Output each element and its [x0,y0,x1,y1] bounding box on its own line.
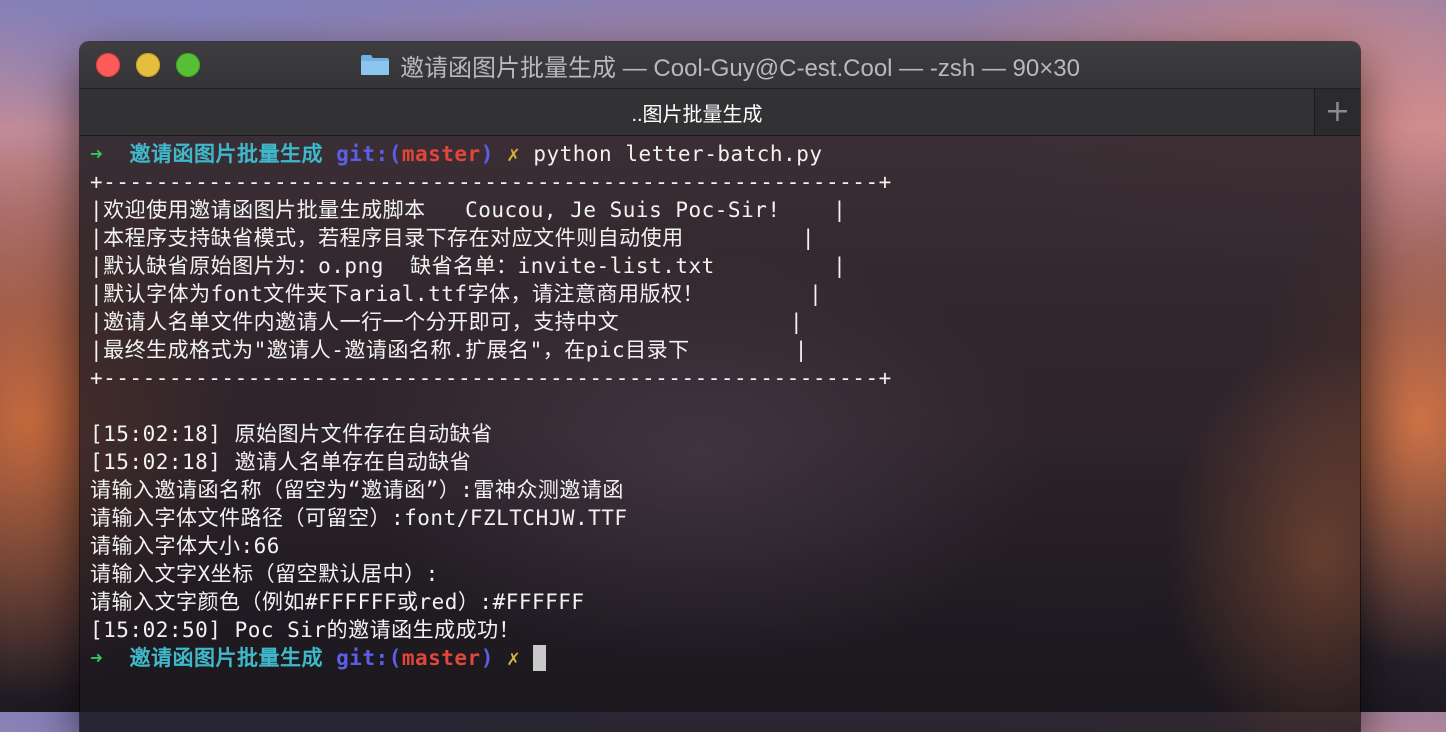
prompt-paren-close: ) [480,646,494,670]
new-tab-button[interactable]: + [1315,89,1360,135]
output-line: [15:02:18] 原始图片文件存在自动缺省 [90,422,493,446]
output-line: [15:02:50] Poc Sir的邀请函生成成功！ [90,618,521,642]
tab-bar: ..图片批量生成 + [80,89,1360,136]
prompt-paren-open: ( [388,646,402,670]
prompt-line: ➜ 邀请函图片批量生成 git:(master) ✗ python letter… [90,140,1360,168]
window-title: 邀请函图片批量生成 — Cool-Guy@C-est.Cool — -zsh —… [80,42,1360,88]
banner-line: |最终生成格式为"邀请人-邀请函名称.扩展名"，在pic目录下 | [90,338,808,362]
banner-line: |欢迎使用邀请函图片批量生成脚本 Coucou, Je Suis Poc-Sir… [90,198,847,222]
prompt-branch: master [401,142,481,166]
output-line: 请输入邀请函名称（留空为“邀请函”）:雷神众测邀请函 [90,478,624,502]
plus-icon: + [1324,94,1351,129]
banner-line: |本程序支持缺省模式，若程序目录下存在对应文件则自动使用 | [90,226,816,250]
prompt-directory: 邀请函图片批量生成 [129,646,323,670]
folder-icon [361,55,390,75]
output-line: 请输入字体大小:66 [90,534,280,558]
desktop-wallpaper: 邀请函图片批量生成 — Cool-Guy@C-est.Cool — -zsh —… [0,0,1446,732]
terminal-output[interactable]: ➜ 邀请函图片批量生成 git:(master) ✗ python letter… [80,136,1360,732]
prompt-git-label: git: [336,142,389,166]
banner-line: |默认缺省原始图片为：o.png 缺省名单：invite-list.txt | [90,254,847,278]
prompt-line-current: ➜ 邀请函图片批量生成 git:(master) ✗ [90,644,1360,672]
output-line: 请输入字体文件路径（可留空）:font/FZLTCHJW.TTF [90,506,628,530]
output-line: 请输入文字颜色（例如#FFFFFF或red）:#FFFFFF [90,590,585,614]
banner-line: |默认字体为font文件夹下arial.ttf字体，请注意商用版权！ | [90,282,823,306]
prompt-git-label: git: [336,646,389,670]
output-line: 请输入文字X坐标（留空默认居中）: [90,562,439,586]
prompt-arrow-icon: ➜ [90,646,104,670]
banner-line: |邀请人名单文件内邀请人一行一个分开即可，支持中文 | [90,310,804,334]
banner-border-bottom: +---------------------------------------… [90,366,892,390]
terminal-window: 邀请函图片批量生成 — Cool-Guy@C-est.Cool — -zsh —… [80,42,1360,732]
prompt-dirty-icon: ✗ [507,646,521,670]
window-title-text: 邀请函图片批量生成 — Cool-Guy@C-est.Cool — -zsh —… [400,54,1080,82]
output-line: [15:02:18] 邀请人名单存在自动缺省 [90,450,472,474]
tab-title: ..图片批量生成 [631,103,763,126]
prompt-dirty-icon: ✗ [507,142,521,166]
prompt-paren-open: ( [388,142,402,166]
prompt-branch: master [401,646,481,670]
text-cursor[interactable] [533,645,547,671]
prompt-paren-close: ) [480,142,494,166]
prompt-arrow-icon: ➜ [90,142,104,166]
banner-border-top: +---------------------------------------… [90,170,892,194]
prompt-directory: 邀请函图片批量生成 [129,142,323,166]
prompt-command: python letter-batch.py [533,142,823,166]
tab-current[interactable]: ..图片批量生成 [80,89,1315,135]
title-bar[interactable]: 邀请函图片批量生成 — Cool-Guy@C-est.Cool — -zsh —… [80,42,1360,89]
